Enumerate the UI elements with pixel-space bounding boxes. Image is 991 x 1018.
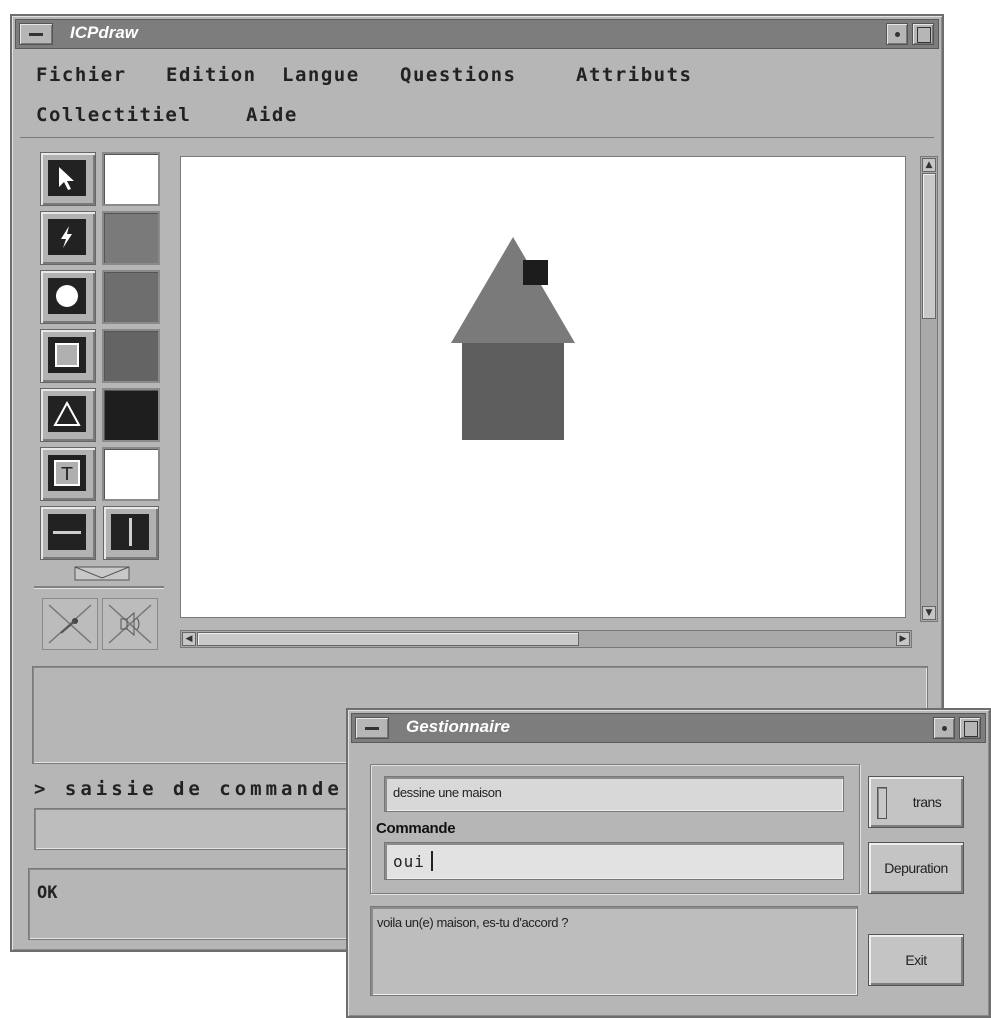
envelope-icon[interactable]: [74, 566, 130, 582]
square-tool-icon: [55, 343, 79, 367]
triangle-tool-button[interactable]: [40, 388, 96, 442]
dialog-maximize-button[interactable]: [959, 717, 981, 739]
color-swatch-gray[interactable]: [102, 211, 160, 265]
horizontal-scroll-thumb[interactable]: [197, 632, 579, 646]
scroll-up-arrow-icon[interactable]: ▲: [922, 158, 936, 172]
color-swatch-black[interactable]: [102, 388, 160, 442]
select-tool-button[interactable]: [40, 152, 96, 206]
vertical-line-tool-button[interactable]: [103, 506, 159, 560]
menu-langue[interactable]: Langue: [282, 64, 360, 86]
menu-fichier[interactable]: Fichier: [36, 64, 127, 86]
command-prompt-label: > saisie de commande: [34, 778, 343, 800]
circle-tool-icon: [56, 285, 78, 307]
canvas-horizontal-scrollbar[interactable]: ◀ ▶: [180, 630, 912, 648]
speaker-off-button[interactable]: [102, 598, 158, 650]
menu-aide[interactable]: Aide: [246, 104, 298, 126]
depuration-button[interactable]: Depuration: [868, 842, 964, 894]
recognized-text-field[interactable]: dessine une maison: [384, 776, 844, 812]
microphone-off-button[interactable]: [42, 598, 98, 650]
dialog-title: Gestionnaire: [406, 717, 510, 736]
vertical-scroll-thumb[interactable]: [922, 173, 936, 319]
command-field[interactable]: oui: [384, 842, 844, 880]
color-swatch-white[interactable]: [102, 152, 160, 206]
speaker-off-icon: [108, 604, 152, 644]
window-menu-icon: [29, 33, 43, 36]
window-title: ICPdraw: [70, 23, 139, 42]
triangle-tool-icon: [53, 401, 81, 426]
house-chimney: [523, 260, 548, 285]
status-text: OK: [37, 883, 58, 903]
scroll-down-arrow-icon[interactable]: ▼: [922, 606, 936, 620]
menu-edition[interactable]: Edition: [166, 64, 257, 86]
drawing-canvas[interactable]: [180, 156, 906, 618]
house-roof: [451, 237, 575, 343]
horizontal-line-tool-button[interactable]: [40, 506, 96, 560]
horizontal-line-icon: [53, 531, 81, 534]
square-tool-button[interactable]: [40, 329, 96, 383]
trans-toggle-indicator: [877, 787, 887, 819]
dialog-window-menu-icon: [365, 727, 379, 730]
minimize-button[interactable]: [886, 23, 908, 45]
maximize-button[interactable]: [912, 23, 934, 45]
select-arrow-icon: [59, 167, 74, 190]
scroll-left-arrow-icon[interactable]: ◀: [182, 632, 196, 646]
palette-separator: [34, 586, 164, 589]
text-tool-button[interactable]: T: [40, 447, 96, 501]
window-menu-button[interactable]: [19, 23, 53, 45]
scroll-right-arrow-icon[interactable]: ▶: [896, 632, 910, 646]
circle-tool-button[interactable]: [40, 270, 96, 324]
dialog-window-menu-button[interactable]: [355, 717, 389, 739]
dialog-maximize-icon: [964, 721, 978, 737]
color-swatch-white[interactable]: [102, 447, 160, 501]
response-field[interactable]: voila un(e) maison, es-tu d'accord ?: [370, 906, 858, 996]
menu-separator: [20, 137, 934, 138]
command-label: Commande: [376, 820, 456, 837]
canvas-vertical-scrollbar[interactable]: ▲ ▼: [920, 156, 938, 622]
color-swatch-dark-gray[interactable]: [102, 329, 160, 383]
dialog-minimize-icon: [942, 726, 947, 731]
exit-button[interactable]: Exit: [868, 934, 964, 986]
title-bar[interactable]: ICPdraw: [15, 19, 939, 49]
trans-button[interactable]: trans: [868, 776, 964, 828]
minimize-icon: [895, 32, 900, 37]
text-cursor: [431, 851, 433, 871]
dialog-minimize-button[interactable]: [933, 717, 955, 739]
menu-collectitiel[interactable]: Collectitiel: [36, 104, 191, 126]
vertical-line-icon: [129, 518, 132, 546]
microphone-off-icon: [48, 604, 92, 644]
lightning-tool-button[interactable]: [40, 211, 96, 265]
svg-text:T: T: [61, 464, 74, 485]
house-body: [462, 343, 564, 440]
color-swatch-gray[interactable]: [102, 270, 160, 324]
house-drawing: [451, 237, 575, 440]
maximize-icon: [917, 27, 931, 43]
menu-questions[interactable]: Questions: [400, 64, 516, 86]
lightning-icon: [61, 226, 72, 248]
dialog-title-bar[interactable]: Gestionnaire: [351, 713, 986, 743]
menu-bar: Fichier Edition Langue Questions Attribu…: [20, 54, 934, 134]
text-tool-icon: T: [54, 460, 80, 486]
menu-attributs[interactable]: Attributs: [576, 64, 692, 86]
gestionnaire-dialog: Gestionnaire dessine une maison Commande…: [346, 708, 991, 1018]
